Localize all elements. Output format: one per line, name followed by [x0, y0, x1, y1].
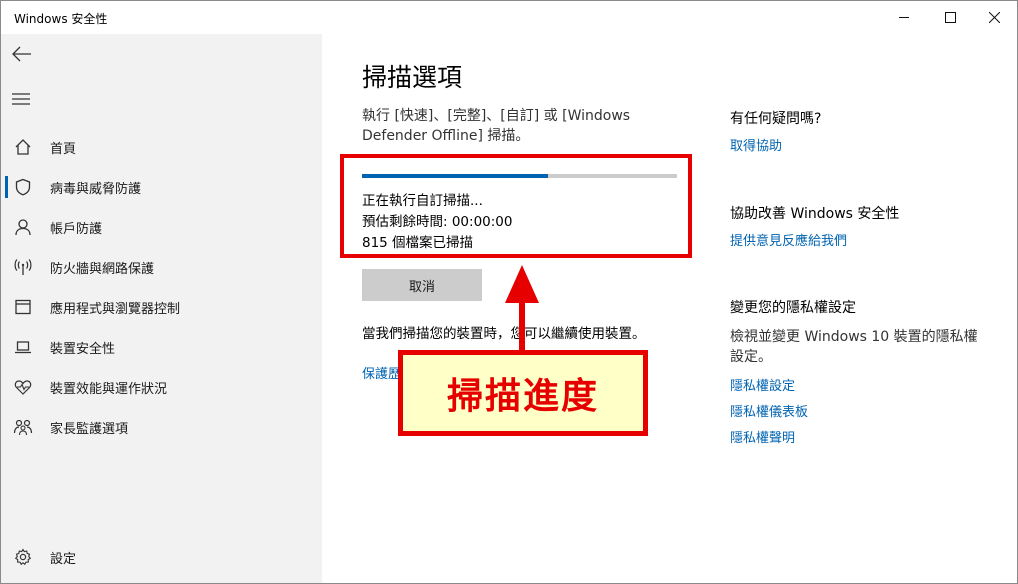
back-arrow-icon [12, 46, 31, 62]
wireless-icon [13, 257, 33, 277]
highlight-box [340, 154, 692, 258]
sidebar-item-settings[interactable]: 設定 [1, 537, 322, 577]
privacy-statement-link[interactable]: 隱私權聲明 [730, 427, 795, 446]
settings-label: 設定 [50, 552, 77, 567]
title-bar: Windows 安全性 [1, 1, 1017, 34]
close-icon [988, 12, 1000, 23]
minimize-button[interactable] [881, 1, 927, 34]
cancel-button[interactable]: 取消 [362, 269, 482, 301]
sidebar-item-account-protection[interactable]: 帳戶防護 [1, 207, 322, 247]
sidebar-item-label: 病毒與威脅防護 [50, 181, 142, 197]
sidebar-item-label: 帳戶防護 [50, 221, 103, 237]
protection-history-link[interactable]: 保護歷 [362, 363, 401, 382]
page-title: 掃描選項 [362, 63, 463, 92]
close-button[interactable] [971, 1, 1017, 34]
callout-label: 掃描進度 [398, 350, 648, 436]
sidebar-item-label: 家長監護選項 [50, 421, 129, 437]
get-help-link[interactable]: 取得協助 [730, 135, 782, 154]
shield-icon [13, 177, 33, 197]
sidebar-item-label: 防火牆與網路保護 [50, 261, 155, 277]
improve-heading: 協助改善 Windows 安全性 [730, 206, 900, 222]
sidebar-item-label: 首頁 [50, 141, 77, 157]
sidebar-item-home[interactable]: 首頁 [1, 127, 322, 167]
minimize-icon [898, 17, 909, 18]
main-content: 掃描選項 執行 [快速]、[完整]、[自訂] 或 [Windows Defend… [322, 34, 1017, 583]
sidebar-item-device-performance[interactable]: 裝置效能與運作狀況 [1, 367, 322, 407]
sidebar-nav: 首頁 病毒與威脅防護 帳戶防護 防火牆與網路保護 應用程式與瀏覽器控制 裝置安全… [1, 127, 322, 447]
feedback-link[interactable]: 提供意見反應給我們 [730, 230, 847, 249]
maximize-button[interactable] [927, 1, 973, 34]
sidebar-item-app-browser-control[interactable]: 應用程式與瀏覽器控制 [1, 287, 322, 327]
person-icon [13, 217, 33, 237]
help-heading: 有任何疑問嗎? [730, 111, 822, 127]
hamburger-icon [12, 93, 30, 105]
family-icon [13, 417, 33, 437]
gear-icon [13, 547, 33, 567]
sidebar-item-virus-protection[interactable]: 病毒與威脅防護 [1, 167, 322, 207]
privacy-heading: 變更您的隱私權設定 [730, 300, 856, 316]
continue-use-note: 當我們掃描您的裝置時，您可以繼續使用裝置。 [362, 326, 646, 342]
privacy-settings-link[interactable]: 隱私權設定 [730, 375, 795, 394]
sidebar-item-family-options[interactable]: 家長監護選項 [1, 407, 322, 447]
back-button[interactable] [11, 44, 33, 64]
app-window-icon [13, 297, 33, 317]
heart-pulse-icon [13, 377, 33, 397]
sidebar: 首頁 病毒與威脅防護 帳戶防護 防火牆與網路保護 應用程式與瀏覽器控制 裝置安全… [1, 34, 322, 583]
sidebar-item-label: 應用程式與瀏覽器控制 [50, 301, 181, 317]
active-indicator [5, 176, 8, 198]
sidebar-item-label: 裝置效能與運作狀況 [50, 381, 168, 397]
laptop-icon [13, 337, 33, 357]
sidebar-item-device-security[interactable]: 裝置安全性 [1, 327, 322, 367]
home-icon [13, 137, 33, 157]
arrow-up-icon [505, 265, 539, 303]
sidebar-item-firewall[interactable]: 防火牆與網路保護 [1, 247, 322, 287]
menu-button[interactable] [12, 91, 32, 105]
scan-description: 執行 [快速]、[完整]、[自訂] 或 [Windows Defender Of… [362, 108, 631, 144]
sidebar-item-label: 裝置安全性 [50, 341, 116, 357]
privacy-dashboard-link[interactable]: 隱私權儀表板 [730, 401, 808, 420]
arrow-shaft [519, 300, 525, 352]
privacy-description: 檢視並變更 Windows 10 裝置的隱私權設定。 [730, 329, 978, 365]
window-title: Windows 安全性 [14, 12, 108, 26]
maximize-icon [944, 12, 956, 23]
